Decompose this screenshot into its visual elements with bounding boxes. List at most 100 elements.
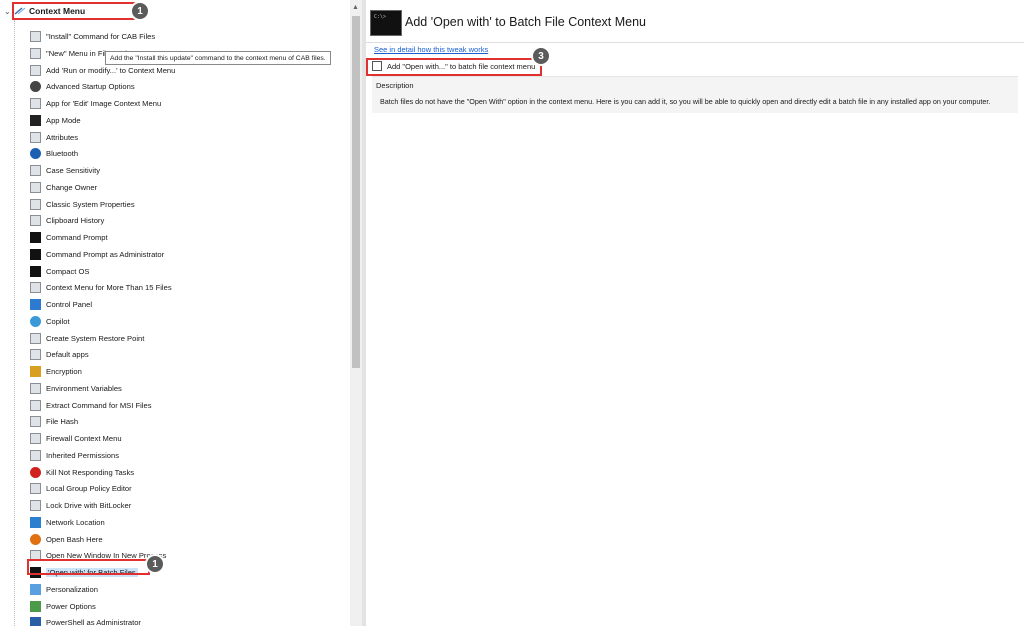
power-options-icon — [30, 600, 41, 612]
highlight-checkbox-box — [366, 58, 542, 76]
tree-item-label: Classic System Properties — [46, 199, 135, 209]
tree-item-label: Change Owner — [46, 182, 98, 192]
tree-item-label: Open Bash Here — [46, 534, 103, 544]
network-icon — [30, 516, 41, 528]
tree-item[interactable]: App Mode — [30, 113, 81, 128]
attributes-icon — [30, 131, 41, 143]
personalization-icon — [30, 583, 41, 595]
copilot-icon — [30, 315, 41, 327]
tree-item[interactable]: Create System Restore Point — [30, 331, 144, 346]
tree-item[interactable]: Clipboard History — [30, 213, 104, 228]
tree-item-label: Create System Restore Point — [46, 333, 145, 343]
tree-item-label: Local Group Policy Editor — [46, 484, 132, 494]
tree-item[interactable]: App for 'Edit' Image Context Menu — [30, 96, 161, 111]
tree-item[interactable]: Encryption — [30, 364, 82, 379]
tree-item[interactable]: Bluetooth — [30, 146, 78, 161]
tree-item-label: Case Sensitivity — [46, 166, 101, 175]
step-badge-checkbox: 3 — [531, 46, 551, 66]
scrollbar-thumb[interactable] — [352, 16, 360, 368]
tree-item[interactable]: Power Options — [30, 599, 96, 614]
detail-title: Add 'Open with' to Batch File Context Me… — [405, 15, 647, 29]
tree-item[interactable]: Command Prompt — [30, 230, 108, 245]
tree-item[interactable]: Compact OS — [30, 264, 89, 279]
tree-item[interactable]: Attributes — [30, 130, 78, 145]
detail-header: Add 'Open with' to Batch File Context Me… — [366, 0, 1024, 43]
run-icon — [30, 64, 41, 76]
tree-item[interactable]: PowerShell as Administrator — [30, 615, 141, 626]
control-panel-icon — [30, 299, 41, 310]
tree-item-label: "Install" Command for CAB Files — [46, 32, 156, 41]
description-box: Description Batch files do not have the … — [372, 76, 1018, 113]
tree-item-label: Extract Command for MSI Files — [46, 400, 152, 410]
tree-item[interactable]: "Install" Command for CAB Files — [30, 29, 155, 44]
command-prompt-icon — [30, 232, 41, 243]
new-menu-icon — [30, 47, 41, 59]
tree-item[interactable]: Personalization — [30, 582, 98, 597]
tree-item[interactable]: Command Prompt as Administrator — [30, 247, 164, 262]
file-hash-icon — [30, 416, 41, 428]
description-title: Description — [376, 81, 414, 90]
tree-item-label: Lock Drive with BitLocker — [46, 501, 132, 510]
tree-item-label: Encryption — [46, 367, 82, 376]
tree-item-label: File Hash — [46, 417, 79, 427]
tree-item[interactable]: Default apps — [30, 347, 89, 362]
tree-item-label: Bluetooth — [46, 149, 79, 159]
tree-item-label: PowerShell as Administrator — [46, 618, 141, 626]
tree-item[interactable]: Inherited Permissions — [30, 448, 119, 463]
default-apps-icon — [30, 349, 41, 361]
tree-item[interactable]: Context Menu for More Than 15 Files — [30, 280, 172, 295]
tree-item-label: Copilot — [46, 316, 70, 326]
tooltip: Add the "Install this update" command to… — [105, 51, 331, 65]
kill-tasks-icon — [30, 466, 41, 478]
tree-item-label: Advanced Startup Options — [46, 82, 135, 92]
tree-item-label: Environment Variables — [46, 383, 122, 393]
msi-icon — [30, 399, 41, 411]
group-policy-icon — [30, 483, 41, 495]
tree-item-label: App for 'Edit' Image Context Menu — [46, 99, 162, 108]
lock-icon — [30, 366, 41, 377]
tree-item-label: Compact OS — [46, 266, 90, 276]
tree-item[interactable]: Local Group Policy Editor — [30, 481, 132, 496]
tree-item[interactable]: Change Owner — [30, 180, 97, 195]
tree-item[interactable]: Environment Variables — [30, 381, 122, 396]
tree-item-label: Network Location — [46, 517, 105, 527]
highlight-selected-box — [27, 559, 150, 575]
tweak-details-link[interactable]: See in detail how this tweak works — [374, 45, 488, 54]
app-mode-icon — [30, 114, 41, 126]
tree-item-label: Power Options — [46, 601, 96, 611]
tree-item[interactable]: Control Panel — [30, 297, 92, 312]
compact-os-icon — [30, 265, 41, 277]
tree-item[interactable]: Lock Drive with BitLocker — [30, 498, 131, 513]
tree-item[interactable]: Case Sensitivity — [30, 163, 100, 178]
tree-item[interactable]: Network Location — [30, 515, 105, 530]
command-prompt-admin-icon — [30, 248, 41, 260]
tree-item-label: Default apps — [46, 350, 89, 360]
detail-panel: Add 'Open with' to Batch File Context Me… — [366, 0, 1024, 626]
tree-item[interactable]: Open Bash Here — [30, 532, 103, 547]
scroll-up-icon[interactable]: ▲ — [352, 4, 359, 11]
tree-item-label: Attributes — [46, 132, 79, 142]
tree-scrollbar[interactable]: ▲ — [350, 0, 362, 626]
case-icon — [30, 165, 41, 176]
tree-item[interactable]: Classic System Properties — [30, 197, 135, 212]
tree-item[interactable]: Firewall Context Menu — [30, 431, 122, 446]
powershell-icon — [30, 617, 41, 626]
tree-item[interactable]: File Hash — [30, 414, 78, 429]
tree-item[interactable]: Advanced Startup Options — [30, 79, 135, 94]
tree-item[interactable]: Kill Not Responding Tasks — [30, 465, 134, 480]
tree-item[interactable]: Copilot — [30, 314, 70, 329]
bluetooth-icon — [30, 148, 41, 160]
cab-icon — [30, 31, 41, 42]
tree-item-label: Firewall Context Menu — [46, 434, 122, 443]
tree-item-label: Control Panel — [46, 300, 93, 309]
env-vars-icon — [30, 382, 41, 394]
startup-icon — [30, 81, 41, 93]
tweak-tree-panel: ⌄ Context Menu "Install" Command for CAB… — [0, 0, 362, 626]
tree-guide-line — [14, 20, 15, 626]
permissions-icon — [30, 449, 41, 461]
bash-icon — [30, 533, 41, 545]
tree-item[interactable]: Extract Command for MSI Files — [30, 398, 152, 413]
tree-item-label: Context Menu for More Than 15 Files — [46, 283, 172, 293]
system-properties-icon — [30, 198, 41, 210]
tree-item-label: Command Prompt as Administrator — [46, 249, 165, 259]
